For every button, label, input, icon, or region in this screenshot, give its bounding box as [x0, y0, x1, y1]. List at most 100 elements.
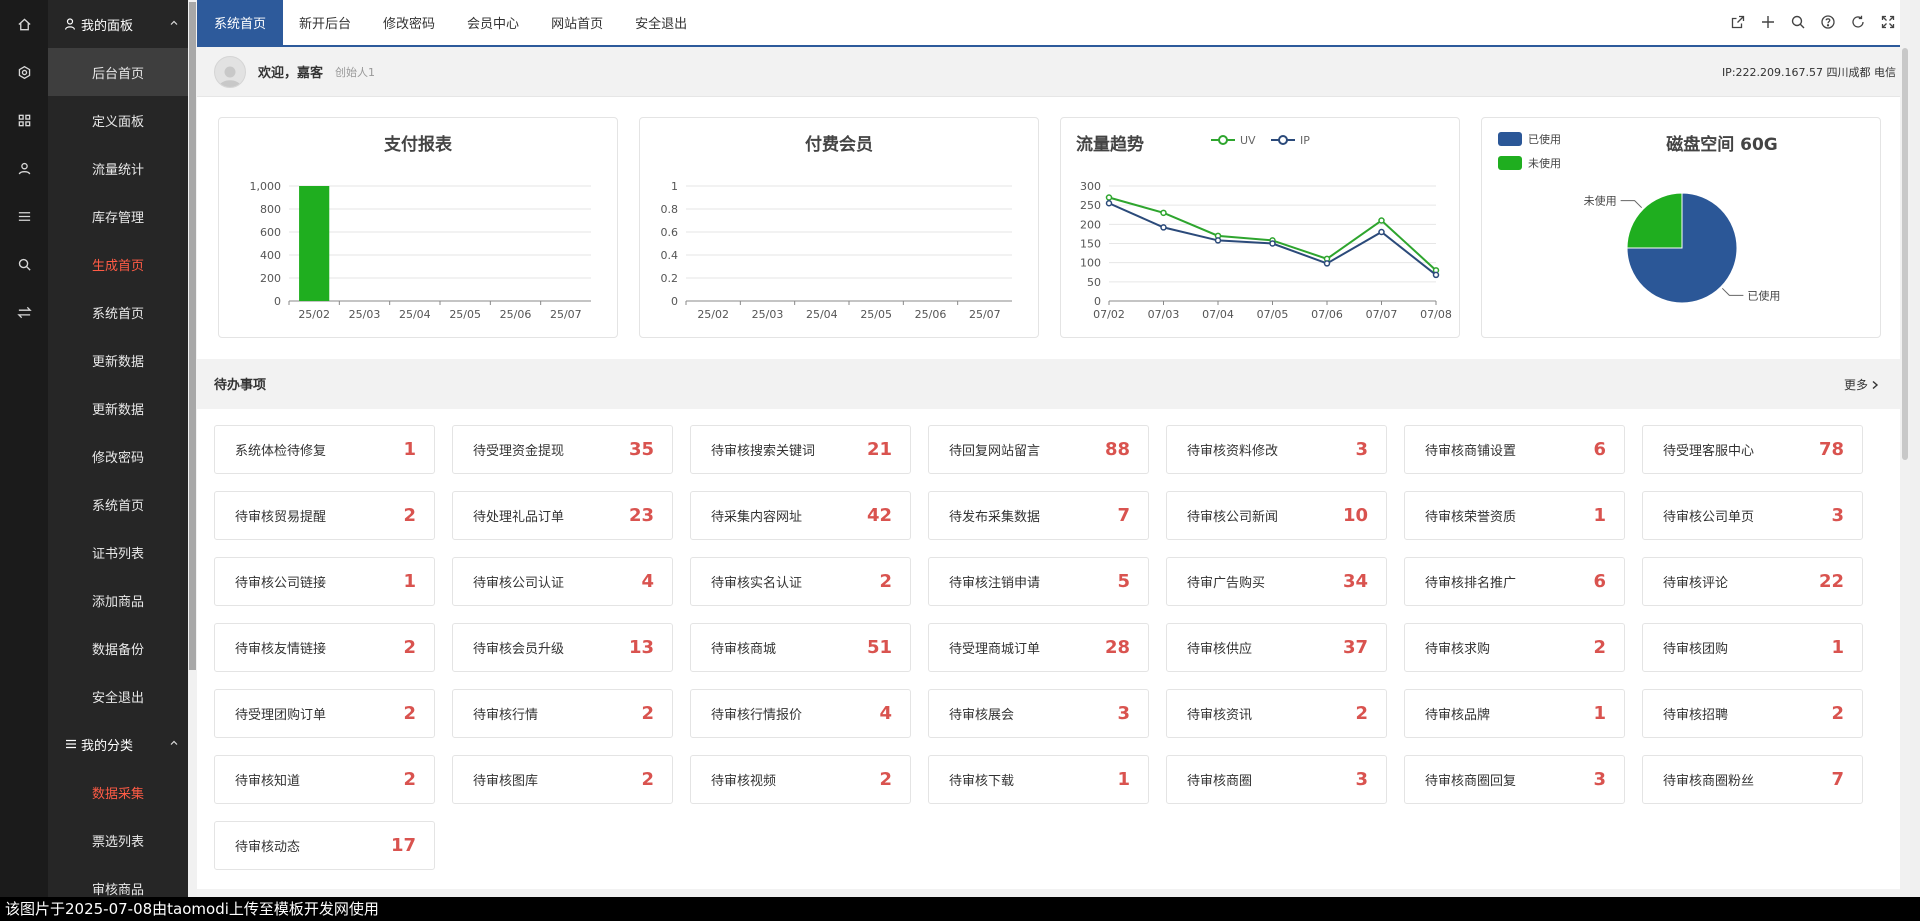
todo-item[interactable]: 待审核会员升级 13	[452, 623, 673, 672]
open-external-icon[interactable]	[1730, 14, 1748, 32]
refresh-icon[interactable]	[1850, 14, 1868, 32]
todo-count: 3	[1355, 439, 1368, 460]
y-tick-label: 200	[1080, 218, 1101, 231]
todo-item[interactable]: 待回复网站留言 88	[928, 425, 1149, 474]
sidebar-item[interactable]: 数据采集	[48, 768, 188, 816]
top-tab[interactable]: 新开后台	[283, 0, 367, 45]
todo-item[interactable]: 系统体检待修复 1	[214, 425, 435, 474]
top-tab[interactable]: 网站首页	[535, 0, 619, 45]
x-tick-label: 07/03	[1148, 308, 1180, 321]
todo-item[interactable]: 待审核图库 2	[452, 755, 673, 804]
sidebar-group-panel[interactable]: 我的面板	[48, 0, 188, 48]
top-tab[interactable]: 修改密码	[367, 0, 451, 45]
user-icon[interactable]	[0, 144, 48, 192]
sidebar-scrollbar[interactable]	[188, 0, 197, 921]
top-tab[interactable]: 会员中心	[451, 0, 535, 45]
todo-item[interactable]: 待审核注销申请 5	[928, 557, 1149, 606]
home-icon[interactable]	[0, 0, 48, 48]
apps-grid-icon[interactable]	[0, 96, 48, 144]
gear-icon[interactable]	[0, 48, 48, 96]
todo-item[interactable]: 待审核供应 37	[1166, 623, 1387, 672]
todo-item[interactable]: 待审核公司单页 3	[1642, 491, 1863, 540]
sidebar-item[interactable]: 后台首页	[48, 48, 188, 96]
todo-count: 2	[641, 703, 654, 724]
plus-icon[interactable]	[1760, 14, 1778, 32]
todo-item[interactable]: 待审核品牌 1	[1404, 689, 1625, 738]
todo-item[interactable]: 待审核知道 2	[214, 755, 435, 804]
todo-item[interactable]: 待审核荣誉资质 1	[1404, 491, 1625, 540]
todo-item[interactable]: 待处理礼品订单 23	[452, 491, 673, 540]
x-tick-label: 07/05	[1257, 308, 1289, 321]
todo-item[interactable]: 待审核评论 22	[1642, 557, 1863, 606]
todo-item[interactable]: 待审核商铺设置 6	[1404, 425, 1625, 474]
todo-item[interactable]: 待审核资讯 2	[1166, 689, 1387, 738]
sidebar-item[interactable]: 系统首页	[48, 288, 188, 336]
todo-item[interactable]: 待审核下载 1	[928, 755, 1149, 804]
todo-item[interactable]: 待受理客服中心 78	[1642, 425, 1863, 474]
todo-item[interactable]: 待审核资料修改 3	[1166, 425, 1387, 474]
swap-icon[interactable]	[0, 288, 48, 336]
todo-count: 2	[641, 769, 654, 790]
todo-item[interactable]: 待审核动态 17	[214, 821, 435, 870]
todo-item[interactable]: 待审核实名认证 2	[690, 557, 911, 606]
sidebar-item[interactable]: 系统首页	[48, 480, 188, 528]
todo-item[interactable]: 待发布采集数据 7	[928, 491, 1149, 540]
sidebar-item[interactable]: 库存管理	[48, 192, 188, 240]
sidebar-item[interactable]: 定义面板	[48, 96, 188, 144]
search-icon[interactable]	[1790, 14, 1808, 32]
help-icon[interactable]	[1820, 14, 1838, 32]
sidebar-item[interactable]: 更新数据	[48, 384, 188, 432]
avatar[interactable]	[214, 55, 246, 88]
todo-item[interactable]: 待审核招聘 2	[1642, 689, 1863, 738]
todo-item[interactable]: 待审核视频 2	[690, 755, 911, 804]
todo-item[interactable]: 待受理资金提现 35	[452, 425, 673, 474]
y-tick-label: 800	[260, 203, 281, 216]
todo-count: 2	[1593, 637, 1606, 658]
sidebar-item[interactable]: 安全退出	[48, 672, 188, 720]
todo-item[interactable]: 待审核公司新闻 10	[1166, 491, 1387, 540]
todo-label: 待审核视频	[711, 774, 777, 789]
fullscreen-icon[interactable]	[1880, 14, 1898, 32]
todo-item[interactable]: 待审核公司认证 4	[452, 557, 673, 606]
sidebar-item[interactable]: 更新数据	[48, 336, 188, 384]
todo-item[interactable]: 待审核商圈粉丝 7	[1642, 755, 1863, 804]
x-tick-label: 25/02	[697, 308, 729, 321]
more-link[interactable]: 更多	[1844, 376, 1880, 393]
todo-item[interactable]: 待受理商城订单 28	[928, 623, 1149, 672]
todo-item[interactable]: 待采集内容网址 42	[690, 491, 911, 540]
todo-item[interactable]: 待审核贸易提醒 2	[214, 491, 435, 540]
todo-item[interactable]: 待审核商圈 3	[1166, 755, 1387, 804]
list-icon[interactable]	[0, 192, 48, 240]
sidebar-item[interactable]: 添加商品	[48, 576, 188, 624]
sidebar-group-category[interactable]: 我的分类	[48, 720, 188, 768]
top-tab[interactable]: 安全退出	[619, 0, 703, 45]
top-tab[interactable]: 系统首页	[197, 0, 284, 45]
todo-item[interactable]: 待审核搜索关键词 21	[690, 425, 911, 474]
todo-item[interactable]: 待审核行情 2	[452, 689, 673, 738]
main-scrollbar[interactable]	[1900, 0, 1910, 921]
todo-item[interactable]: 待审核公司链接 1	[214, 557, 435, 606]
sidebar-item[interactable]: 证书列表	[48, 528, 188, 576]
todo-item[interactable]: 待审核求购 2	[1404, 623, 1625, 672]
sidebar-item[interactable]: 流量统计	[48, 144, 188, 192]
todo-label: 待受理团购订单	[235, 708, 327, 723]
todo-item[interactable]: 待审核商城 51	[690, 623, 911, 672]
sidebar-item[interactable]: 修改密码	[48, 432, 188, 480]
image-caption: 该图片于2025-07-08由taomodi上传至模板开发网使用	[0, 897, 1920, 921]
todo-item[interactable]: 待审核商圈回复 3	[1404, 755, 1625, 804]
todo-item[interactable]: 待审核团购 1	[1642, 623, 1863, 672]
todo-label: 待审核注销申请	[949, 576, 1041, 591]
chevron-up-icon	[170, 740, 178, 745]
todo-count: 1	[403, 439, 416, 460]
todo-item[interactable]: 待受理团购订单 2	[214, 689, 435, 738]
todo-item[interactable]: 待审广告购买 34	[1166, 557, 1387, 606]
sidebar-item[interactable]: 票选列表	[48, 816, 188, 864]
sidebar-item[interactable]: 生成首页	[48, 240, 188, 288]
search-icon[interactable]	[0, 240, 48, 288]
todo-item[interactable]: 待审核行情报价 4	[690, 689, 911, 738]
bar	[299, 186, 330, 301]
todo-item[interactable]: 待审核友情链接 2	[214, 623, 435, 672]
todo-item[interactable]: 待审核展会 3	[928, 689, 1149, 738]
sidebar-item[interactable]: 数据备份	[48, 624, 188, 672]
todo-item[interactable]: 待审核排名推广 6	[1404, 557, 1625, 606]
